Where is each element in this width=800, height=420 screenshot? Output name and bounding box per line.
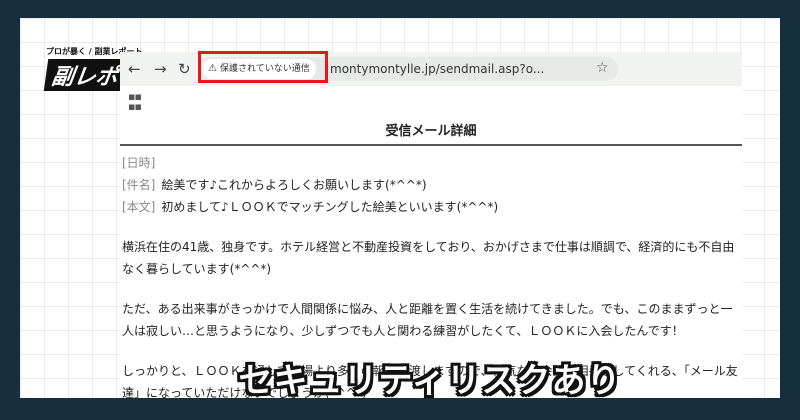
date-row: [日時] <box>122 152 740 174</box>
page-title: 受信メール詳細 <box>385 124 477 139</box>
logo-tagline: プロが暴く / 副業レポート <box>46 47 143 56</box>
screenshot-card: プロが暴く / 副業レポート 副レポ ← → ↻ ⚠ 保護されていない通信 mon… <box>20 18 780 398</box>
browser-toolbar: ← → ↻ ⚠ 保護されていない通信 montymontylle.jp/sendm… <box>120 51 742 86</box>
subject-text: 絵美です♪これからよろしくお願いします(*^^*) <box>161 178 427 192</box>
body-paragraph-2: ただ、ある出来事がきっかけで人間関係に悩み、人と距離を置く生活を続けてきました。… <box>122 302 733 338</box>
forward-arrow-icon[interactable]: → <box>154 60 167 78</box>
subject-label: [件名] <box>122 178 156 192</box>
subject-row: [件名] 絵美です♪これからよろしくお願いします(*^^*) <box>122 174 740 196</box>
reload-icon[interactable]: ↻ <box>178 60 191 78</box>
body-row: [本文] 初めまして♪ＬＯＯＫでマッチングした絵美といいます(*^^*) <box>122 196 740 218</box>
body-paragraph-1: 横浜在住の41歳、独身です。ホテル経営と不動産投資をしており、おかげさまで仕事は… <box>122 240 735 276</box>
security-warning-highlight-box <box>198 51 328 83</box>
title-divider <box>120 144 742 146</box>
bookmark-star-icon[interactable]: ☆ <box>596 60 609 76</box>
browser-window: ← → ↻ ⚠ 保護されていない通信 montymontylle.jp/sendm… <box>120 51 742 398</box>
logo-mark: 副レポ <box>43 59 127 91</box>
apps-grid-icon[interactable]: ▪▪ ▪▪ <box>128 91 142 112</box>
date-label: [日時] <box>122 156 156 170</box>
back-arrow-icon[interactable]: ← <box>128 60 141 78</box>
overlay-caption: セキュリティリスクあり <box>238 361 622 398</box>
body-first-line: 初めまして♪ＬＯＯＫでマッチングした絵美といいます(*^^*) <box>161 200 499 214</box>
body-label: [本文] <box>122 200 156 214</box>
url-text: montymontylle.jp/sendmail.asp?o... <box>330 62 545 76</box>
site-logo: プロが暴く / 副業レポート 副レポ <box>43 46 143 91</box>
